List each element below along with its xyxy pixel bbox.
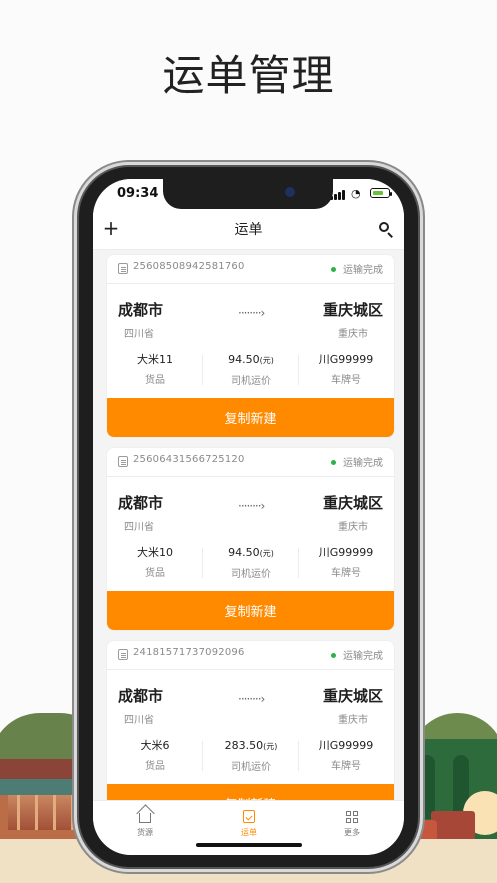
goods-metric: 大米10 货品 bbox=[107, 546, 203, 579]
status-dot bbox=[331, 460, 336, 465]
price-unit: (元) bbox=[259, 356, 274, 365]
destination-subtitle: 重庆市 bbox=[338, 715, 368, 726]
waybill-status: 运输完成 bbox=[343, 651, 383, 662]
waybill-status: 运输完成 bbox=[343, 265, 383, 276]
goods-label: 货品 bbox=[145, 761, 165, 772]
origin-province: 四川省 bbox=[124, 329, 154, 340]
phone-frame: 09:34 ◔ + 运单 25608508942581760 运输完成 成都市 … bbox=[79, 167, 418, 867]
plate-metric: 川G99999 车牌号 bbox=[298, 546, 394, 579]
tab-label: 货源 bbox=[137, 828, 153, 837]
home-shape bbox=[139, 813, 151, 823]
plate-value: 川G99999 bbox=[318, 353, 374, 366]
truck-box bbox=[431, 811, 475, 841]
plate-label: 车牌号 bbox=[331, 761, 361, 772]
tab-more[interactable]: 更多 bbox=[300, 809, 404, 838]
tab-cargo-source[interactable]: 货源 bbox=[93, 809, 197, 838]
destination-subtitle: 重庆市 bbox=[338, 522, 368, 533]
bill-shape bbox=[243, 810, 255, 823]
copy-create-button[interactable]: 复制新建 bbox=[107, 591, 394, 630]
goods-label: 货品 bbox=[145, 375, 165, 386]
waybill-card[interactable]: 24181571737092096 运输完成 成都市 四川省 ········›… bbox=[107, 641, 394, 803]
bottom-tab-bar: 货源 运单 更多 bbox=[93, 800, 404, 855]
app-screenshot-page: 运单管理 09:34 ◔ + 运单 25608508942581760 运输完成… bbox=[0, 0, 497, 883]
top-navigation-bar: + 运单 bbox=[93, 209, 404, 250]
goods-value: 大米11 bbox=[137, 353, 173, 366]
search-icon[interactable] bbox=[376, 218, 396, 238]
goods-metric: 大米6 货品 bbox=[107, 739, 203, 772]
home-icon bbox=[137, 809, 153, 825]
goods-value: 大米6 bbox=[140, 739, 170, 752]
document-icon bbox=[118, 456, 128, 467]
waybill-card-header: 25608508942581760 运输完成 bbox=[107, 255, 394, 284]
grid-shape bbox=[346, 811, 358, 823]
plate-label: 车牌号 bbox=[331, 568, 361, 579]
route-arrow-icon: ········› bbox=[238, 306, 265, 320]
goods-metric: 大米11 货品 bbox=[107, 353, 203, 386]
origin-province: 四川省 bbox=[124, 522, 154, 533]
destination-city: 重庆城区 bbox=[322, 687, 383, 705]
price-unit: (元) bbox=[259, 549, 274, 558]
tab-label: 更多 bbox=[344, 828, 360, 837]
goods-label: 货品 bbox=[145, 568, 165, 579]
document-icon bbox=[118, 263, 128, 274]
driver-price-metric: 94.50(元) 司机运价 bbox=[203, 353, 299, 387]
search-handle bbox=[387, 232, 393, 238]
status-dot bbox=[331, 653, 336, 658]
driver-price-value: 94.50(元) bbox=[203, 353, 299, 368]
document-icon bbox=[118, 649, 128, 660]
waybill-card[interactable]: 25606431566725120 运输完成 成都市 四川省 ········›… bbox=[107, 448, 394, 630]
origin-city: 成都市 bbox=[118, 301, 164, 319]
battery-icon bbox=[370, 188, 392, 198]
copy-create-button[interactable]: 复制新建 bbox=[107, 398, 394, 437]
destination-city: 重庆城区 bbox=[322, 494, 383, 512]
status-dot bbox=[331, 267, 336, 272]
order-number: 25608508942581760 bbox=[133, 261, 245, 272]
destination-subtitle: 重庆市 bbox=[338, 329, 368, 340]
waybill-status: 运输完成 bbox=[343, 458, 383, 469]
order-number: 24181571737092096 bbox=[133, 647, 245, 658]
price-unit: (元) bbox=[263, 742, 278, 751]
waybill-card-header: 24181571737092096 运输完成 bbox=[107, 641, 394, 670]
plate-label: 车牌号 bbox=[331, 375, 361, 386]
page-title: 运单 bbox=[234, 222, 263, 238]
search-ring bbox=[379, 222, 389, 232]
phone-screen: 09:34 ◔ + 运单 25608508942581760 运输完成 成都市 … bbox=[93, 179, 404, 855]
plate-value: 川G99999 bbox=[318, 546, 374, 559]
route-arrow-icon: ········› bbox=[238, 499, 265, 513]
status-icons: ◔ bbox=[330, 187, 392, 200]
wifi-icon: ◔ bbox=[351, 187, 361, 200]
driver-price-label: 司机运价 bbox=[231, 569, 271, 580]
driver-price-label: 司机运价 bbox=[231, 376, 271, 387]
hero-title: 运单管理 bbox=[162, 51, 335, 100]
home-indicator bbox=[196, 843, 302, 847]
driver-price-metric: 94.50(元) 司机运价 bbox=[203, 546, 299, 580]
tab-waybill[interactable]: 运单 bbox=[197, 809, 301, 838]
driver-price-label: 司机运价 bbox=[231, 762, 271, 773]
order-number: 25606431566725120 bbox=[133, 454, 245, 465]
waybill-card-header: 25606431566725120 运输完成 bbox=[107, 448, 394, 477]
tab-label: 运单 bbox=[241, 828, 257, 837]
plate-value: 川G99999 bbox=[318, 739, 374, 752]
grid-icon bbox=[344, 809, 360, 825]
driver-price-metric: 283.50(元) 司机运价 bbox=[203, 739, 299, 773]
waybill-list[interactable]: 25608508942581760 运输完成 成都市 四川省 ········›… bbox=[93, 250, 404, 803]
driver-price-value: 94.50(元) bbox=[203, 546, 299, 561]
plate-metric: 川G99999 车牌号 bbox=[298, 739, 394, 772]
goods-value: 大米10 bbox=[137, 546, 173, 559]
driver-price-number: 94.50 bbox=[228, 546, 260, 559]
driver-price-number: 283.50 bbox=[224, 739, 264, 752]
origin-city: 成都市 bbox=[118, 687, 164, 705]
driver-price-value: 283.50(元) bbox=[203, 739, 299, 754]
driver-price-number: 94.50 bbox=[228, 353, 260, 366]
origin-city: 成都市 bbox=[118, 494, 164, 512]
destination-city: 重庆城区 bbox=[322, 301, 383, 319]
phone-notch bbox=[163, 179, 333, 209]
route-arrow-icon: ········› bbox=[238, 692, 265, 706]
waybill-card[interactable]: 25608508942581760 运输完成 成都市 四川省 ········›… bbox=[107, 255, 394, 437]
status-time: 09:34 bbox=[117, 186, 159, 201]
origin-province: 四川省 bbox=[124, 715, 154, 726]
plate-metric: 川G99999 车牌号 bbox=[298, 353, 394, 386]
waybill-icon bbox=[241, 809, 257, 825]
